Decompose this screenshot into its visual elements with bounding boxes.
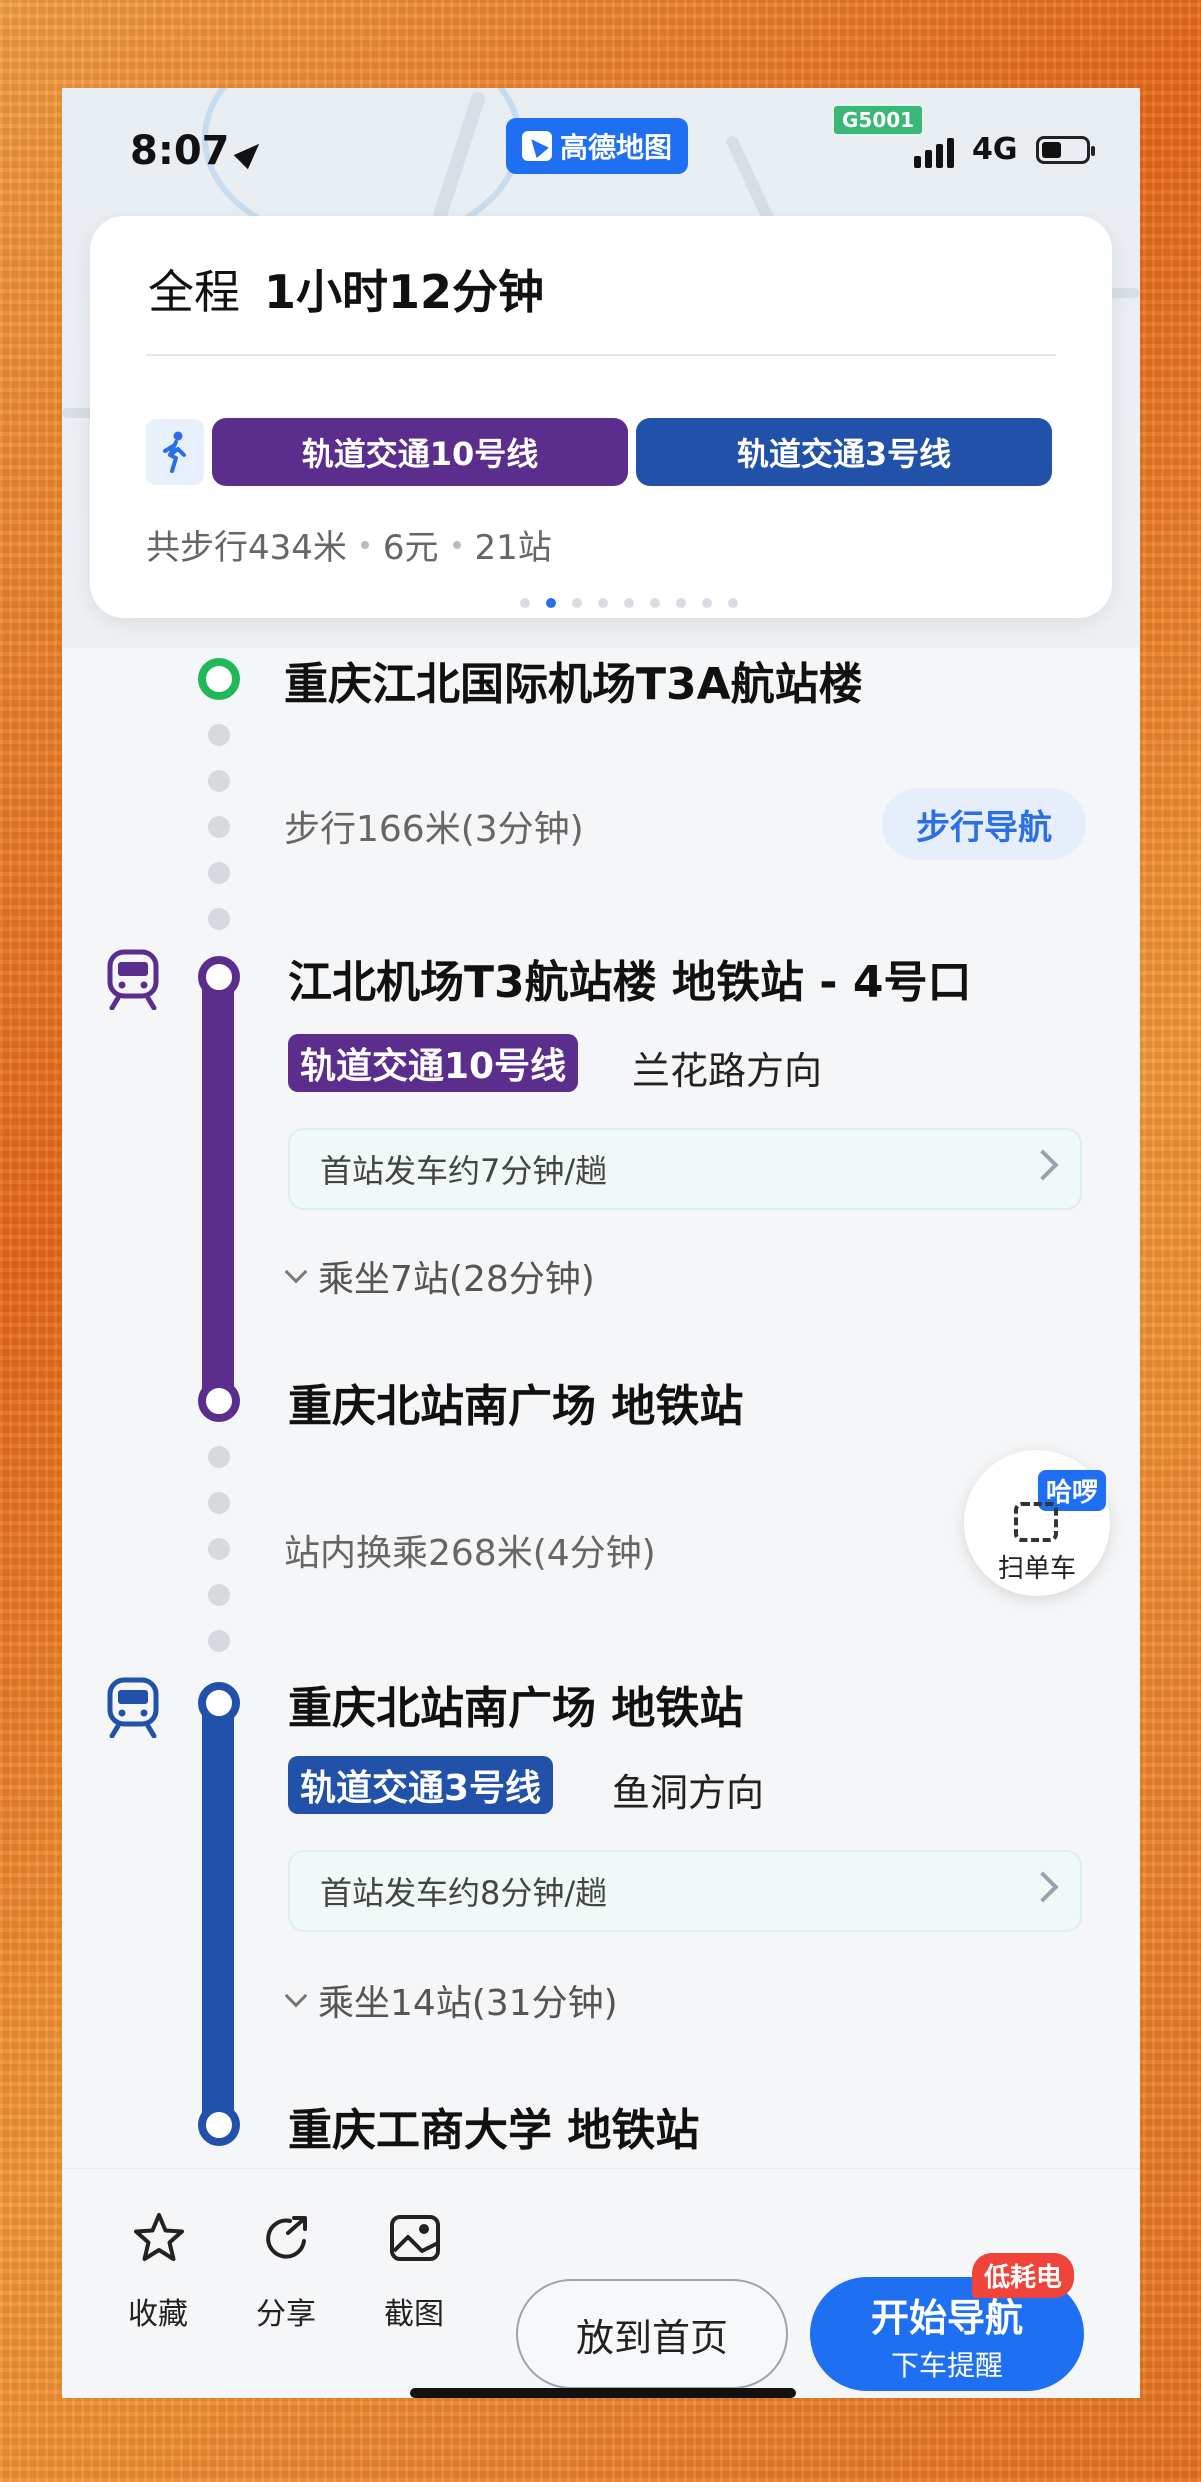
pager-dot[interactable] bbox=[520, 598, 530, 608]
chevron-right-icon bbox=[1027, 1871, 1059, 1903]
board2-node bbox=[198, 1682, 240, 1724]
board2-direction: 鱼洞方向 bbox=[612, 1771, 765, 1815]
cellular-signal-icon bbox=[914, 138, 954, 168]
chevron-down-icon bbox=[284, 1984, 308, 2008]
amap-badge[interactable]: 高德地图 bbox=[506, 118, 689, 174]
board1-node bbox=[198, 956, 240, 998]
star-icon bbox=[134, 2213, 184, 2261]
battery-icon bbox=[1036, 136, 1095, 164]
line10-bar bbox=[202, 978, 234, 1398]
share-button[interactable]: 分享 bbox=[236, 2216, 336, 2333]
walk-dot bbox=[208, 816, 230, 838]
home-indicator[interactable] bbox=[410, 2388, 796, 2398]
share-label: 分享 bbox=[256, 2297, 316, 2332]
alight1-node bbox=[198, 1380, 240, 1422]
pager-dot-active[interactable] bbox=[546, 598, 556, 608]
board1-direction: 兰花路方向 bbox=[632, 1049, 823, 1093]
board1-line-tag: 轨道交通10号线 bbox=[288, 1034, 579, 1092]
road-sign: G5001 bbox=[832, 104, 925, 136]
scan-bike-button[interactable]: 哈啰 扫单车 bbox=[964, 1450, 1110, 1596]
alight2-node bbox=[198, 2104, 240, 2146]
board1-headway-box[interactable]: 首站发车约7分钟/趟 bbox=[288, 1128, 1082, 1210]
transfer-step: 站内换乘268米(4分钟) bbox=[284, 1533, 656, 1574]
walk-distance: 共步行434米 bbox=[146, 528, 347, 568]
transfer-dot bbox=[208, 1538, 230, 1560]
board1-station: 江北机场T3航站楼 地铁站 - 4号口 bbox=[288, 957, 972, 1008]
walk-dot bbox=[208, 908, 230, 930]
line3-bar bbox=[202, 1704, 234, 2124]
pager-dot[interactable] bbox=[676, 598, 686, 608]
board2-station: 重庆北站南广场 地铁站 bbox=[288, 1683, 744, 1734]
board2-line-tag: 轨道交通3号线 bbox=[288, 1756, 554, 1814]
status-time: 8:07 bbox=[130, 128, 266, 174]
location-arrow-icon bbox=[233, 136, 266, 170]
route-pager[interactable] bbox=[520, 598, 738, 608]
favorite-button[interactable]: 收藏 bbox=[108, 2213, 208, 2333]
walk-dot bbox=[208, 862, 230, 884]
alight-reminder-label: 下车提醒 bbox=[890, 2349, 1003, 2382]
route-meta: 共步行434米 6元 21站 bbox=[146, 520, 552, 569]
stop-count: 21站 bbox=[474, 528, 552, 568]
total-label: 全程 bbox=[148, 265, 240, 319]
metro-train-icon bbox=[107, 1677, 159, 1738]
board2-ride: 乘坐14站(31分钟) bbox=[318, 1983, 618, 2024]
scan-icon bbox=[1014, 1502, 1058, 1542]
pager-dot[interactable] bbox=[624, 598, 634, 608]
metro-train-icon bbox=[107, 949, 159, 1010]
board2-ride-toggle[interactable]: 乘坐14站(31分钟) bbox=[284, 1974, 618, 2026]
line-chip-3: 轨道交通3号线 bbox=[636, 418, 1052, 486]
start-node bbox=[198, 658, 240, 700]
board2-headway: 首站发车约8分钟/趟 bbox=[320, 1874, 608, 1912]
pager-dot[interactable] bbox=[728, 598, 738, 608]
pager-dot[interactable] bbox=[598, 598, 608, 608]
route-summary-card[interactable]: 全程 1小时12分钟 轨道交通10号线 轨道交通3号线 共步行434米 6元 2… bbox=[90, 216, 1112, 618]
walk-step-1: 步行166米(3分钟) bbox=[284, 809, 584, 850]
scan-bike-label: 扫单车 bbox=[997, 1554, 1076, 1584]
start-station: 重庆江北国际机场T3A航站楼 bbox=[284, 659, 863, 710]
walk-chip bbox=[146, 419, 204, 485]
chevron-down-icon bbox=[284, 1260, 308, 1284]
total-time: 全程 1小时12分钟 bbox=[148, 256, 544, 322]
pager-dot[interactable] bbox=[650, 598, 660, 608]
transfer-dot bbox=[208, 1446, 230, 1468]
bottom-toolbar: 收藏 分享 截图 放到首页 开始导航 下车提醒 低耗电 bbox=[62, 2168, 1140, 2398]
amap-logo-icon bbox=[522, 131, 552, 161]
network-type: 4G bbox=[972, 132, 1018, 167]
walk-dot bbox=[208, 770, 230, 792]
separator-dot bbox=[360, 540, 369, 549]
board1-ride-toggle[interactable]: 乘坐7站(28分钟) bbox=[284, 1250, 595, 1302]
share-icon bbox=[266, 2216, 307, 2259]
separator-dot bbox=[452, 540, 461, 549]
favorite-label: 收藏 bbox=[128, 2297, 188, 2332]
total-duration: 1小时12分钟 bbox=[264, 265, 545, 319]
transfer-dot bbox=[208, 1584, 230, 1606]
add-to-home-button[interactable]: 放到首页 bbox=[516, 2279, 788, 2389]
phone-screen: 8:07 高德地图 G5001 4G 全程 1小时12分钟 轨道交通10号线 轨… bbox=[62, 88, 1140, 2398]
screenshot-label: 截图 bbox=[384, 2297, 444, 2332]
screenshot-button[interactable]: 截图 bbox=[364, 2215, 464, 2333]
walk-dot bbox=[208, 724, 230, 746]
image-icon bbox=[390, 2215, 440, 2261]
status-bar: 8:07 高德地图 G5001 4G bbox=[62, 88, 1140, 218]
board2-headway-box[interactable]: 首站发车约8分钟/趟 bbox=[288, 1850, 1082, 1932]
walk-nav-button[interactable]: 步行导航 bbox=[882, 788, 1086, 860]
transfer-dot bbox=[208, 1630, 230, 1652]
alight2-station: 重庆工商大学 地铁站 bbox=[288, 2105, 700, 2156]
walking-person-icon bbox=[163, 431, 186, 473]
fare: 6元 bbox=[382, 528, 439, 568]
pager-dot[interactable] bbox=[702, 598, 712, 608]
route-chips: 轨道交通10号线 轨道交通3号线 bbox=[146, 418, 1052, 486]
pager-dot[interactable] bbox=[572, 598, 582, 608]
low-power-badge: 低耗电 bbox=[972, 2253, 1075, 2298]
divider bbox=[146, 354, 1056, 356]
board1-ride: 乘坐7站(28分钟) bbox=[318, 1259, 595, 1300]
alight1-station: 重庆北站南广场 地铁站 bbox=[288, 1381, 744, 1432]
line-chip-10: 轨道交通10号线 bbox=[212, 418, 628, 486]
board1-headway: 首站发车约7分钟/趟 bbox=[320, 1152, 608, 1190]
transfer-dot bbox=[208, 1492, 230, 1514]
chevron-right-icon bbox=[1027, 1149, 1059, 1181]
